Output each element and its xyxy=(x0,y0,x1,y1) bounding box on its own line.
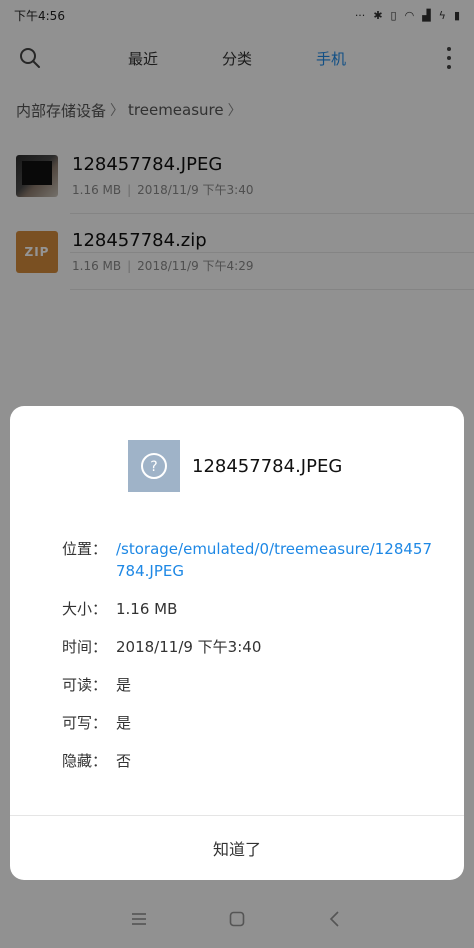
location-path-link[interactable]: /storage/emulated/0/treemeasure/12845778… xyxy=(116,538,440,582)
property-value: 1.16 MB xyxy=(116,600,178,618)
property-label: 隐藏： xyxy=(62,752,108,770)
property-value: 是 xyxy=(116,714,132,732)
property-value: 是 xyxy=(116,676,132,694)
property-label: 时间： xyxy=(62,638,108,656)
property-location: 位置： /storage/emulated/0/treemeasure/1284… xyxy=(62,538,440,582)
property-label: 大小： xyxy=(62,600,108,618)
property-hidden: 隐藏： 否 xyxy=(62,750,440,772)
property-label: 位置： xyxy=(62,540,108,558)
navigation-bar xyxy=(0,890,474,948)
back-button[interactable] xyxy=(315,899,355,939)
home-icon xyxy=(229,911,245,927)
back-icon xyxy=(329,911,339,927)
dialog-header: ? 128457784.JPEG xyxy=(128,440,342,492)
properties-list: 位置： /storage/emulated/0/treemeasure/1284… xyxy=(62,538,440,788)
unknown-file-icon: ? xyxy=(128,440,180,492)
menu-button[interactable] xyxy=(119,899,159,939)
property-label: 可写： xyxy=(62,714,108,732)
question-icon: ? xyxy=(141,453,167,479)
svg-text:?: ? xyxy=(150,459,157,475)
property-value: 2018/11/9 下午3:40 xyxy=(116,638,262,656)
dialog-title: 128457784.JPEG xyxy=(192,455,343,477)
property-readable: 可读： 是 xyxy=(62,674,440,696)
property-value: 否 xyxy=(116,752,132,770)
property-size: 大小： 1.16 MB xyxy=(62,598,440,620)
property-label: 可读： xyxy=(62,676,108,694)
menu-icon xyxy=(132,913,146,925)
property-time: 时间： 2018/11/9 下午3:40 xyxy=(62,636,440,658)
file-properties-dialog: ? 128457784.JPEG 位置： /storage/emulated/0… xyxy=(10,406,464,880)
property-writable: 可写： 是 xyxy=(62,712,440,734)
home-button[interactable] xyxy=(217,899,257,939)
got-it-button[interactable]: 知道了 xyxy=(10,816,464,880)
